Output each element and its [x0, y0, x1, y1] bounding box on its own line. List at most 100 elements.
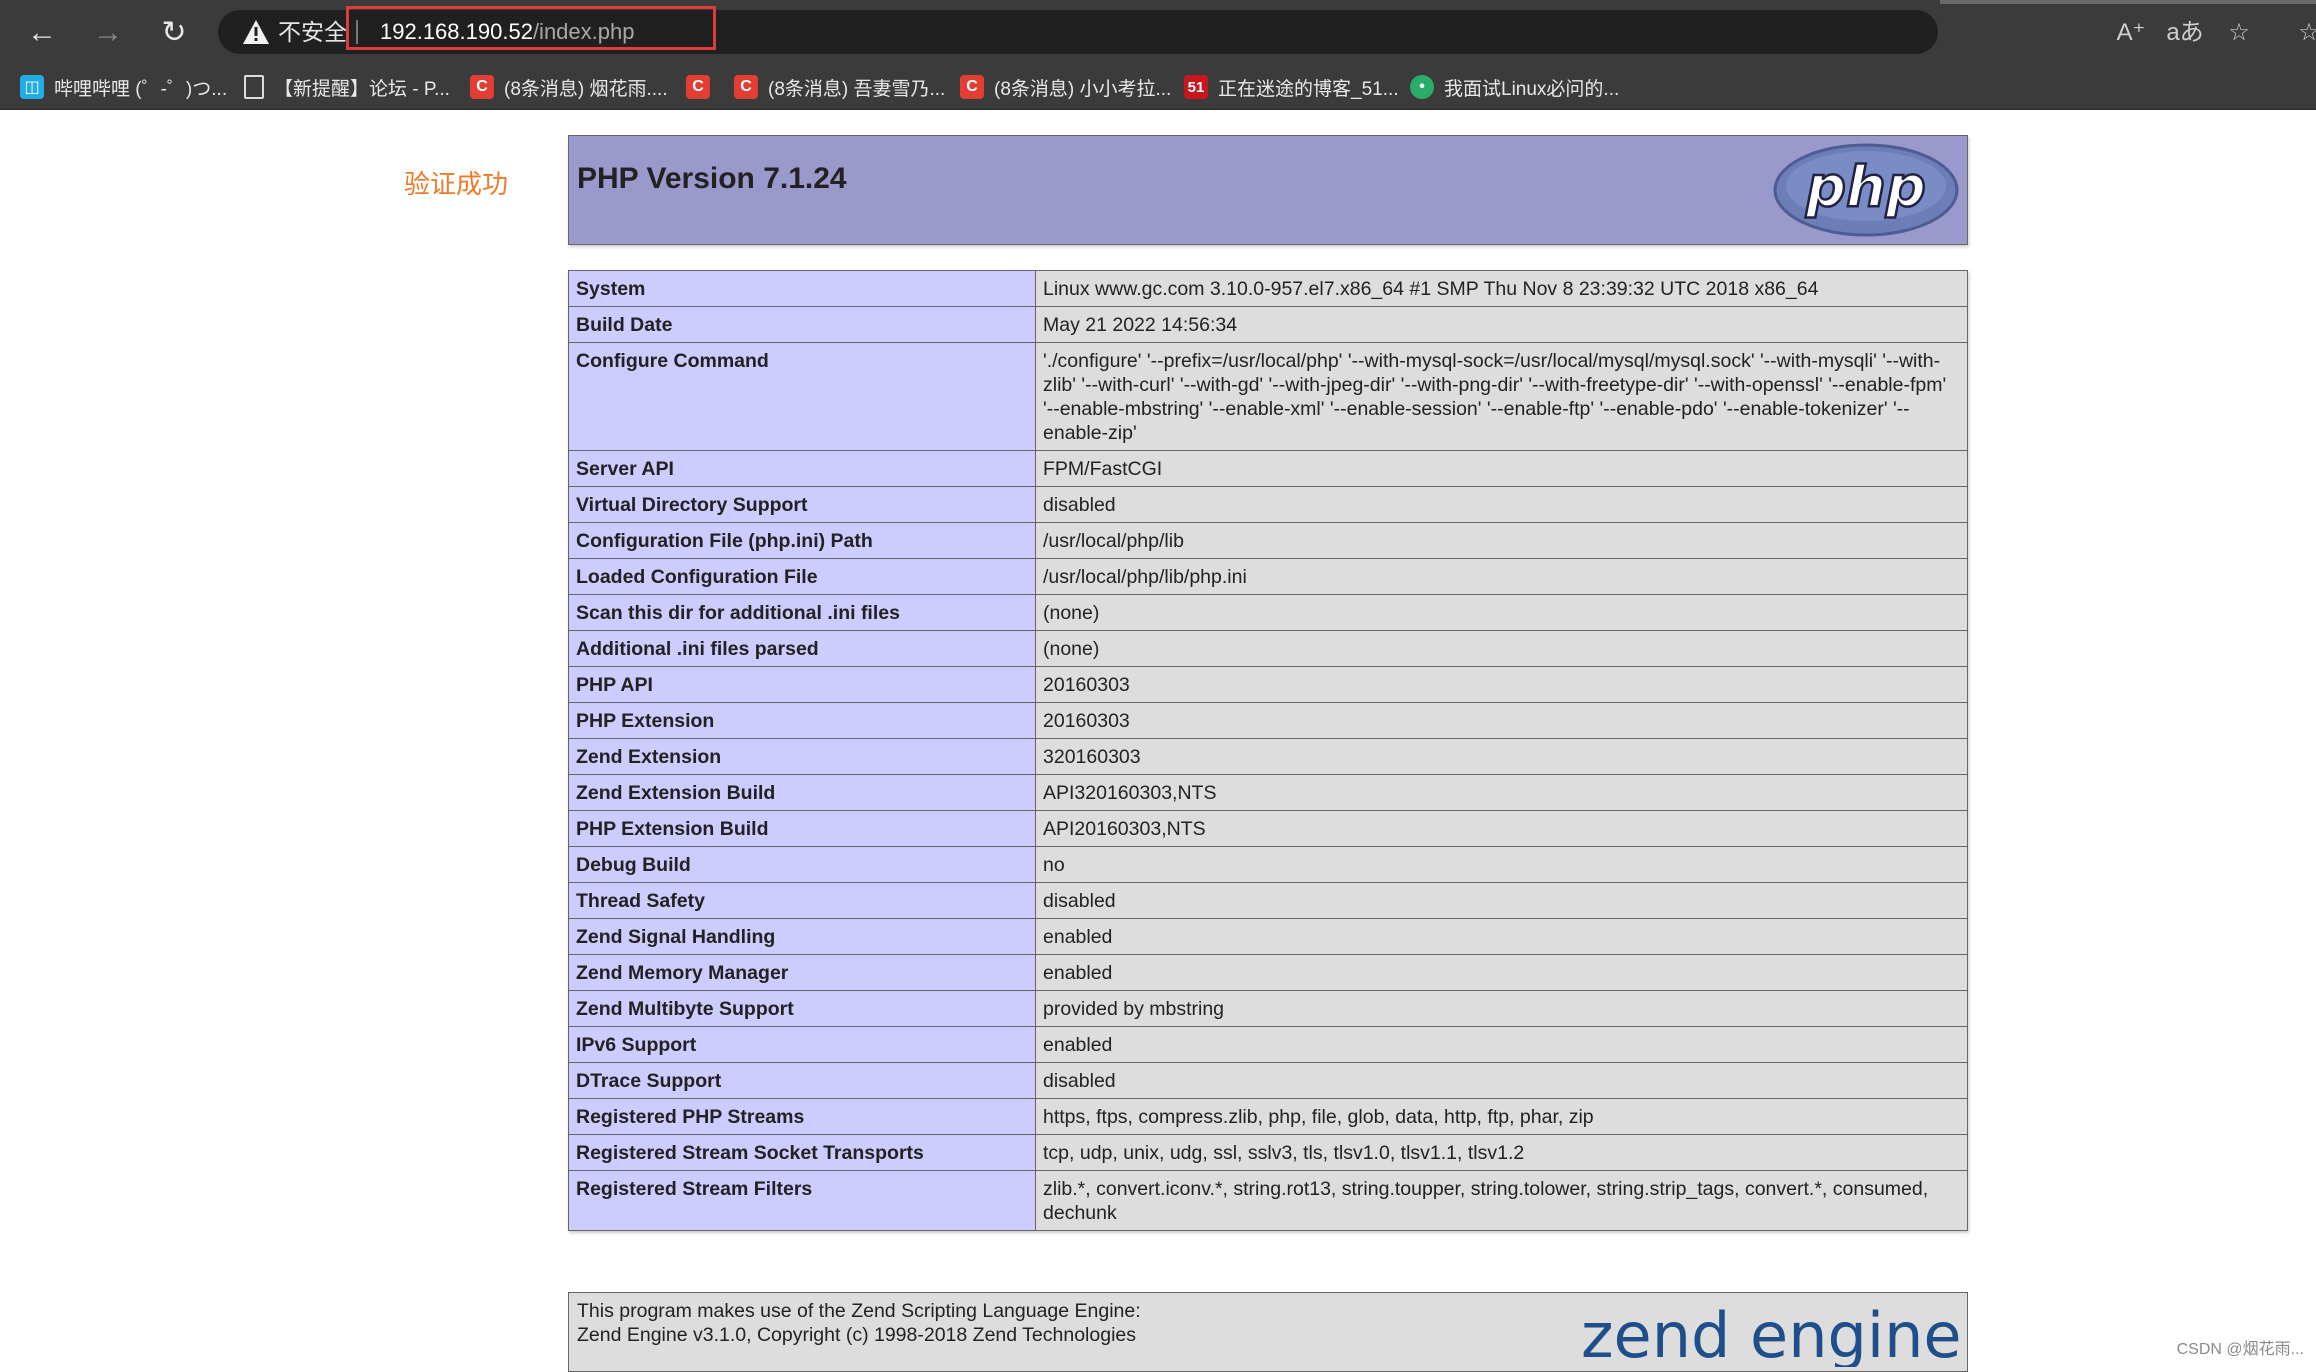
translate-icon[interactable]: aあ — [2166, 14, 2204, 52]
info-value: (none) — [1035, 594, 1968, 631]
bookmark-label: (8条消息) 烟花雨.... — [504, 78, 668, 100]
tab-strip — [1940, 0, 2316, 4]
info-key: Registered Stream Socket Transports — [568, 1134, 1036, 1171]
zend-engine-box: This program makes use of the Zend Scrip… — [568, 1292, 1968, 1372]
info-key: Virtual Directory Support — [568, 486, 1036, 523]
php-version-header: PHP Version 7.1.24 php — [568, 135, 1968, 245]
info-key: Registered PHP Streams — [568, 1098, 1036, 1135]
csdn-icon: C — [960, 75, 984, 99]
info-key: Scan this dir for additional .ini files — [568, 594, 1036, 631]
info-value: (none) — [1035, 630, 1968, 667]
info-row: Build Date May 21 2022 14:56:34 — [568, 306, 1968, 343]
info-row: Thread Safety disabled — [568, 882, 1968, 919]
browser-toolbar: ← → ↻ 不安全 192.168.190.52/index.php A⁺ aあ… — [0, 0, 2316, 65]
csdn-icon: C — [686, 75, 710, 99]
info-key: Registered Stream Filters — [568, 1170, 1036, 1231]
info-value: https, ftps, compress.zlib, php, file, g… — [1035, 1098, 1968, 1135]
zend-line-1: This program makes use of the Zend Scrip… — [577, 1300, 1141, 1322]
insecure-label[interactable]: 不安全 — [278, 17, 347, 47]
warning-icon[interactable] — [242, 18, 270, 46]
info-row: Zend Multibyte Support provided by mbstri… — [568, 990, 1968, 1027]
bookmark-item[interactable]: • 我面试Linux必问的... — [1410, 65, 1619, 109]
info-value: enabled — [1035, 954, 1968, 991]
bookmark-label: 正在迷途的博客_51... — [1218, 78, 1399, 100]
bookmark-label: 我面试Linux必问的... — [1444, 78, 1620, 100]
info-row: PHP API 20160303 — [568, 666, 1968, 703]
info-row: Configure Command './configure' '--prefix… — [568, 342, 1968, 451]
page-icon — [244, 75, 264, 99]
info-key: Zend Multibyte Support — [568, 990, 1036, 1027]
info-row: Zend Extension Build API320160303,NTS — [568, 774, 1968, 811]
refresh-icon[interactable]: ↻ — [152, 11, 196, 55]
back-icon[interactable]: ← — [20, 11, 64, 55]
bookmark-item[interactable]: C (8条消息) 小小考拉... — [960, 65, 1171, 109]
info-key: Zend Extension Build — [568, 774, 1036, 811]
info-value: 20160303 — [1035, 666, 1968, 703]
bookmark-label: (8条消息) 小小考拉... — [994, 78, 1172, 100]
info-key: Build Date — [568, 306, 1036, 343]
info-value: API20160303,NTS — [1035, 810, 1968, 847]
favorites-icon[interactable]: ☆ — [2290, 14, 2316, 52]
info-key: Zend Memory Manager — [568, 954, 1036, 991]
url-path: /index.php — [532, 19, 635, 44]
info-row: Registered Stream Socket Transports tcp, … — [568, 1134, 1968, 1171]
info-key: Server API — [568, 450, 1036, 487]
bookmark-item[interactable]: C — [686, 65, 710, 109]
info-value: './configure' '--prefix=/usr/local/php' … — [1035, 342, 1968, 451]
bookmarks-bar: ◫ 哔哩哔哩 (゜-゜)つ... 【新提醒】论坛 - P... C (8条消息)… — [0, 65, 2316, 110]
info-row: PHP Extension Build API20160303,NTS — [568, 810, 1968, 847]
info-row: Virtual Directory Support disabled — [568, 486, 1968, 523]
zend-engine-logo: zend engine — [1581, 1299, 1961, 1367]
bilibili-icon: ◫ — [20, 75, 44, 99]
bookmark-item[interactable]: ◫ 哔哩哔哩 (゜-゜)つ... — [20, 65, 227, 109]
csdn-icon: C — [470, 75, 494, 99]
read-aloud-icon[interactable]: A⁺ — [2112, 14, 2150, 52]
info-value: tcp, udp, unix, udg, ssl, sslv3, tls, tl… — [1035, 1134, 1968, 1171]
csdn-watermark: CSDN @烟花雨... — [2176, 1341, 2304, 1358]
info-row: Zend Memory Manager enabled — [568, 954, 1968, 991]
info-value: 20160303 — [1035, 702, 1968, 739]
url-text[interactable]: 192.168.190.52/index.php — [380, 17, 634, 47]
forward-icon[interactable]: → — [86, 11, 130, 55]
info-row: Loaded Configuration File/usr/local/php/… — [568, 558, 1968, 595]
info-value: zlib.*, convert.iconv.*, string.rot13, s… — [1035, 1170, 1968, 1231]
zend-info-text: This program makes use of the Zend Scrip… — [577, 1299, 1141, 1347]
bookmark-item[interactable]: 51 正在迷途的博客_51... — [1184, 65, 1399, 109]
info-value: 320160303 — [1035, 738, 1968, 775]
info-key: Additional .ini files parsed — [568, 630, 1036, 667]
wechat-icon: • — [1410, 75, 1434, 99]
bookmark-item[interactable]: 【新提醒】论坛 - P... — [244, 65, 450, 109]
info-key: PHP API — [568, 666, 1036, 703]
info-row: Zend Extension 320160303 — [568, 738, 1968, 775]
info-key: DTrace Support — [568, 1062, 1036, 1099]
info-row: Debug Build no — [568, 846, 1968, 883]
info-row: System Linux www.gc.com 3.10.0-957.el7.x8… — [568, 270, 1968, 307]
success-message: 验证成功 — [404, 169, 509, 199]
bookmark-label: 【新提醒】论坛 - P... — [274, 78, 450, 100]
info-key: System — [568, 270, 1036, 307]
bookmark-item[interactable]: C (8条消息) 烟花雨.... — [470, 65, 668, 109]
info-row: PHP Extension 20160303 — [568, 702, 1968, 739]
info-value: disabled — [1035, 486, 1968, 523]
info-key: PHP Extension Build — [568, 810, 1036, 847]
info-row: DTrace Support disabled — [568, 1062, 1968, 1099]
info-value: disabled — [1035, 882, 1968, 919]
info-key: Loaded Configuration File — [568, 558, 1036, 595]
info-row: Registered Stream Filters zlib.*, convert… — [568, 1170, 1968, 1231]
bookmark-item[interactable]: C (8条消息) 吾妻雪乃... — [734, 65, 945, 109]
info-key: Zend Extension — [568, 738, 1036, 775]
info-value: disabled — [1035, 1062, 1968, 1099]
info-row: Additional .ini files parsed (none) — [568, 630, 1968, 667]
php-logo-text: php — [1805, 155, 1926, 220]
info-value: May 21 2022 14:56:34 — [1035, 306, 1968, 343]
php-info-table: System Linux www.gc.com 3.10.0-957.el7.x8… — [568, 270, 1968, 1231]
bookmark-label: (8条消息) 吾妻雪乃... — [768, 78, 946, 100]
favorite-add-icon[interactable]: ☆ — [2220, 14, 2258, 52]
info-value: provided by mbstring — [1035, 990, 1968, 1027]
info-key: IPv6 Support — [568, 1026, 1036, 1063]
info-row: Scan this dir for additional .ini files(… — [568, 594, 1968, 631]
info-key: Zend Signal Handling — [568, 918, 1036, 955]
info-value: FPM/FastCGI — [1035, 450, 1968, 487]
info-row: IPv6 Support enabled — [568, 1026, 1968, 1063]
info-value: /usr/local/php/lib — [1035, 522, 1968, 559]
